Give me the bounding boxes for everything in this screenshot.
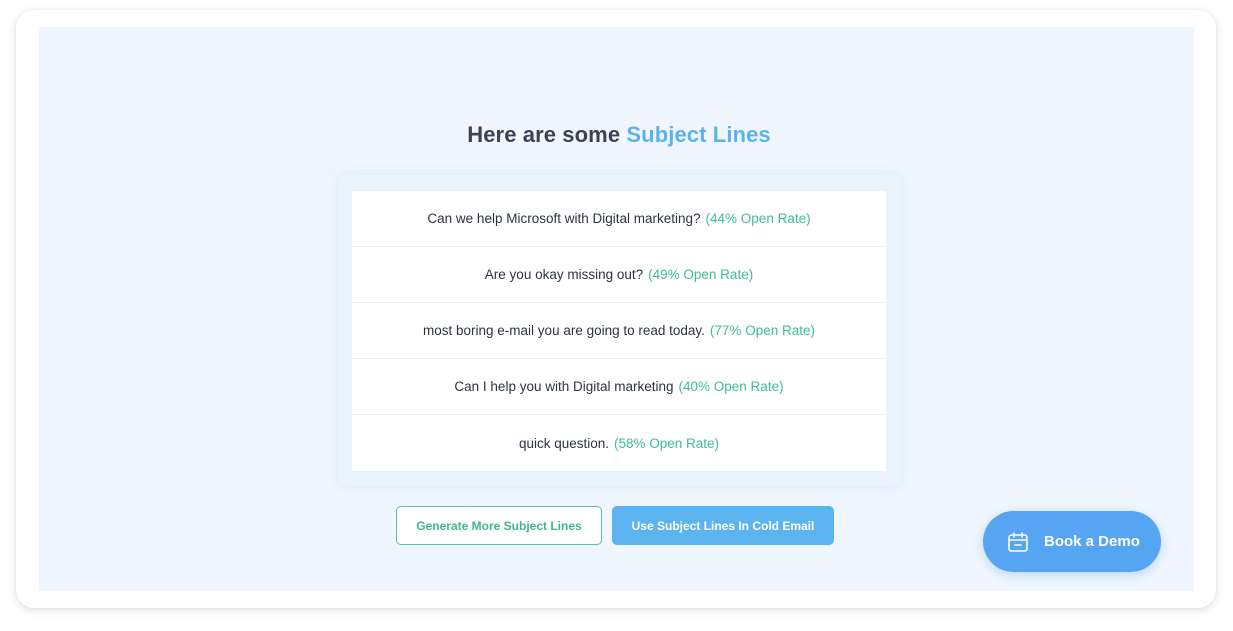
- subject-line-text: Can we help Microsoft with Digital marke…: [427, 211, 701, 226]
- generate-more-button[interactable]: Generate More Subject Lines: [396, 506, 602, 545]
- page-title-accent: Subject Lines: [626, 122, 771, 147]
- open-rate: (40% Open Rate): [678, 379, 784, 394]
- open-rate: (49% Open Rate): [648, 267, 754, 282]
- list-item[interactable]: Can we help Microsoft with Digital marke…: [352, 191, 886, 247]
- page-title-prefix: Here are some: [467, 122, 621, 147]
- calendar-icon: [1007, 531, 1029, 553]
- page-title: Here are some Subject Lines: [0, 122, 1233, 148]
- list-item[interactable]: most boring e-mail you are going to read…: [352, 303, 886, 359]
- book-demo-label: Book a Demo: [1044, 533, 1140, 550]
- subject-line-text: Are you okay missing out?: [484, 267, 644, 282]
- use-in-cold-email-button[interactable]: Use Subject Lines In Cold Email: [612, 506, 834, 545]
- open-rate: (44% Open Rate): [705, 211, 811, 226]
- list-item[interactable]: Are you okay missing out? (49% Open Rate…: [352, 247, 886, 303]
- list-item[interactable]: quick question. (58% Open Rate): [352, 415, 886, 471]
- open-rate: (58% Open Rate): [614, 435, 720, 451]
- list-item[interactable]: Can I help you with Digital marketing (4…: [352, 359, 886, 415]
- subject-line-text: Can I help you with Digital marketing: [454, 379, 674, 394]
- subject-lines-list: Can we help Microsoft with Digital marke…: [352, 191, 886, 471]
- subject-line-text: quick question.: [518, 435, 609, 451]
- book-demo-button[interactable]: Book a Demo: [983, 511, 1161, 572]
- subject-line-text: most boring e-mail you are going to read…: [423, 323, 705, 338]
- open-rate: (77% Open Rate): [709, 323, 815, 338]
